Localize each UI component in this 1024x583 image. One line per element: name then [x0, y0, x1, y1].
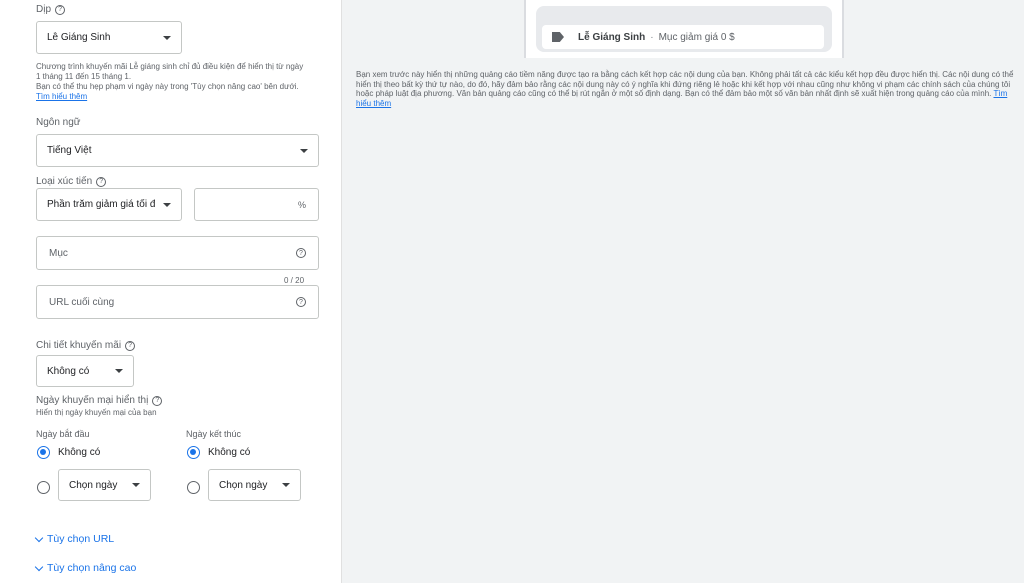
dropdown-arrow-icon	[282, 483, 290, 487]
end-none-label: Không có	[208, 447, 251, 458]
occasion-dropdown[interactable]: Lễ Giáng Sinh	[36, 21, 182, 54]
promotion-type-label: Loại xúc tiến ?	[36, 176, 107, 187]
promotion-form-panel: Dịp ? Lễ Giáng Sinh Chương trình khuyến …	[0, 0, 342, 583]
item-input[interactable]: Mục ?	[36, 236, 319, 270]
language-dropdown[interactable]: Tiếng Việt	[36, 134, 319, 167]
start-none-label: Không có	[58, 447, 101, 458]
url-options-expander[interactable]: Tùy chọn URL	[34, 533, 114, 545]
tag-icon	[552, 32, 564, 42]
display-dates-sub: Hiển thị ngày khuyến mại của bạn	[36, 408, 157, 417]
display-dates-label: Ngày khuyến mại hiển thị ?	[36, 395, 163, 406]
preview-title: Lễ Giáng Sinh	[578, 31, 646, 43]
final-url-input[interactable]: URL cuối cùng ?	[36, 285, 319, 319]
dropdown-arrow-icon	[132, 483, 140, 487]
end-date-picker[interactable]: Chọn ngày	[208, 469, 301, 501]
start-date-picker[interactable]: Chọn ngày	[58, 469, 151, 501]
promo-details-dropdown[interactable]: Không có	[36, 355, 134, 387]
preview-subtitle: Mục giảm giá 0 $	[658, 31, 735, 43]
end-date-radio[interactable]	[187, 481, 200, 494]
start-date-radio[interactable]	[37, 481, 50, 494]
occasion-info: Chương trình khuyến mãi Lễ giáng sinh ch…	[36, 62, 304, 101]
preview-separator: ·	[650, 31, 654, 43]
dropdown-arrow-icon	[300, 148, 308, 153]
help-icon[interactable]: ?	[55, 4, 66, 15]
percent-input[interactable]: %	[194, 188, 319, 221]
preview-promotion-chip: Lễ Giáng Sinh · Mục giảm giá 0 $	[542, 25, 824, 49]
dropdown-arrow-icon	[163, 202, 171, 207]
dropdown-arrow-icon	[163, 35, 171, 40]
end-date-label: Ngày kết thúc	[186, 429, 242, 439]
help-icon[interactable]: ?	[296, 248, 306, 258]
end-none-radio[interactable]	[187, 446, 200, 459]
promotion-type-dropdown[interactable]: Phần trăm giảm giá tối đa	[36, 188, 182, 221]
start-none-radio[interactable]	[37, 446, 50, 459]
chevron-down-icon	[34, 533, 44, 542]
language-label: Ngôn ngữ	[36, 117, 81, 128]
help-icon[interactable]: ?	[96, 176, 107, 187]
start-date-label: Ngày bắt đầu	[36, 429, 90, 439]
chevron-down-icon	[34, 562, 44, 571]
advanced-options-expander[interactable]: Tùy chọn nâng cao	[34, 562, 136, 574]
preview-disclaimer: Bạn xem trước này hiển thị những quảng c…	[356, 70, 1014, 108]
promo-details-label: Chi tiết khuyến mãi ?	[36, 340, 136, 351]
help-icon[interactable]: ?	[125, 340, 136, 351]
learn-more-link[interactable]: Tìm hiểu thêm	[36, 92, 87, 101]
help-icon[interactable]: ?	[152, 395, 163, 406]
dropdown-arrow-icon	[115, 369, 123, 373]
help-icon[interactable]: ?	[296, 297, 306, 307]
occasion-label: Dịp ?	[36, 4, 66, 15]
